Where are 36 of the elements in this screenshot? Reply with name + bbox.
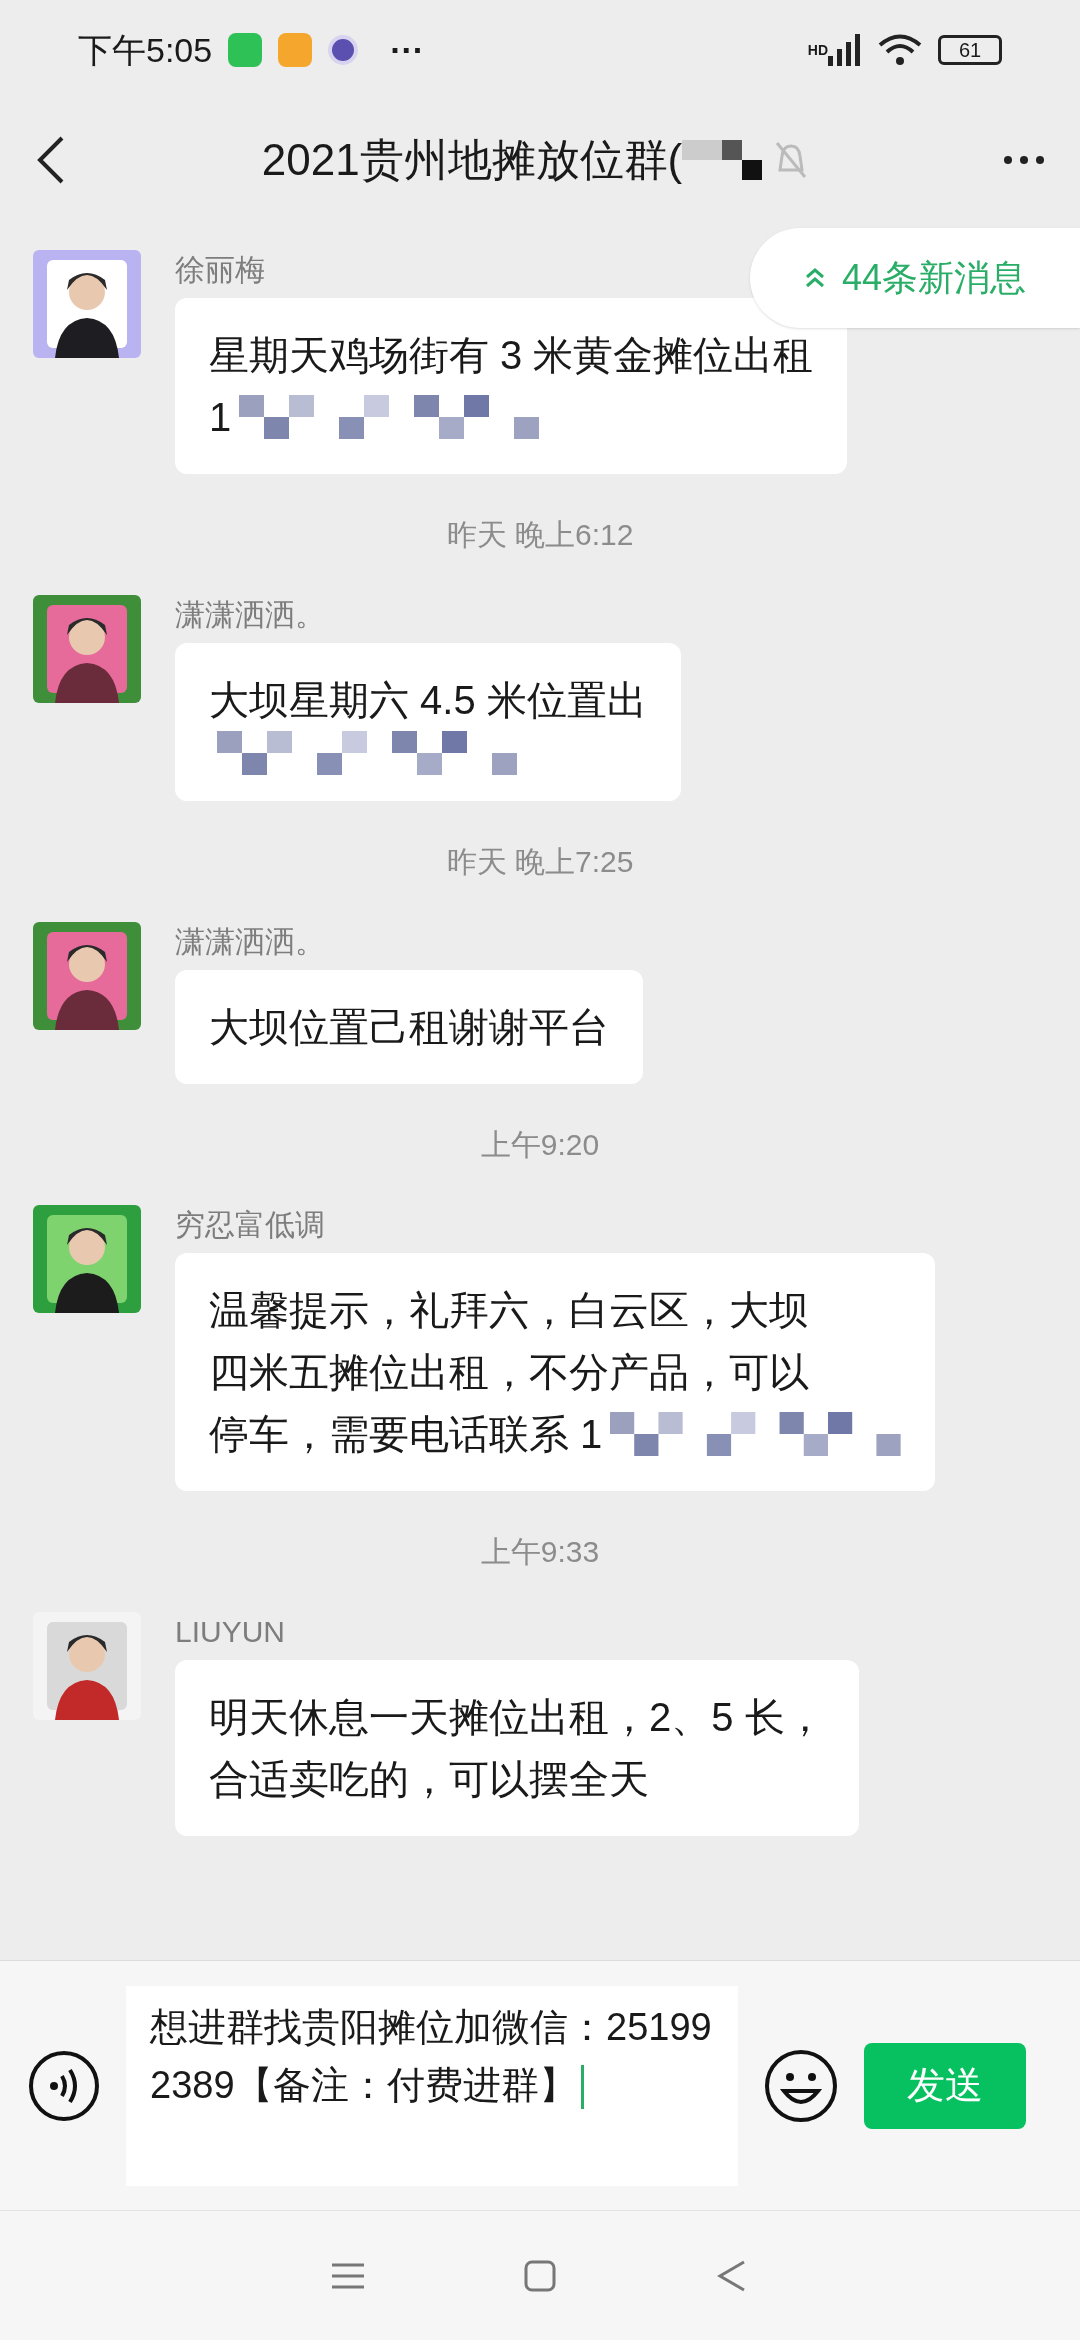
- battery-indicator: 61: [938, 35, 1002, 65]
- new-messages-label: 44条新消息: [841, 256, 1026, 300]
- home-icon[interactable]: [524, 2259, 556, 2292]
- sender-name: 徐丽梅: [175, 252, 265, 288]
- message-text: 停车，需要电话联系 1: [209, 1411, 603, 1458]
- timestamp: 昨天 晚上7:25: [446, 844, 634, 880]
- timestamp: 上午9:20: [480, 1127, 600, 1163]
- sender-name: LIUYUN: [175, 1614, 286, 1650]
- message-text: 合适卖吃的，可以摆全天: [209, 1756, 649, 1803]
- wifi-icon: [878, 34, 922, 66]
- double-chevron-up-icon: [803, 267, 826, 289]
- message-text: 温馨提示，礼拜六，白云区，大坝: [209, 1287, 809, 1334]
- menu-icon[interactable]: [332, 2262, 364, 2289]
- message-text: 明天休息一天摊位出租，2、5 长，: [209, 1694, 825, 1741]
- more-notifications: ···: [390, 29, 425, 71]
- sender-name: 潇潇洒洒。: [175, 597, 325, 633]
- signal-icon: [828, 34, 862, 66]
- timestamp: 昨天 晚上6:12: [446, 517, 634, 553]
- network-label: HD: [807, 40, 828, 60]
- message-text: 1: [209, 394, 232, 441]
- message-text: 大坝位置己租谢谢平台: [209, 1004, 609, 1051]
- back-icon[interactable]: [36, 135, 66, 185]
- voice-icon[interactable]: [28, 2049, 100, 2122]
- sender-name: 潇潇洒洒。: [175, 924, 325, 960]
- timestamp: 上午9:33: [480, 1534, 600, 1570]
- send-button[interactable]: 发送: [864, 2042, 1026, 2129]
- message-text: 大坝星期六 4.5 米位置出: [209, 677, 647, 724]
- message-text: 星期天鸡场街有 3 米黄金摊位出租: [209, 332, 814, 379]
- more-icon[interactable]: [1004, 156, 1044, 164]
- sender-name: 穷忍富低调: [175, 1207, 325, 1243]
- chat-title: 2021贵州地摊放位群(: [261, 134, 683, 186]
- emoji-icon[interactable]: [764, 2048, 838, 2123]
- new-messages-pill[interactable]: 44条新消息: [750, 228, 1080, 328]
- status-time: 下午5:05: [78, 29, 213, 71]
- message-text: 四米五摊位出租，不分产品，可以: [209, 1349, 809, 1396]
- message-input[interactable]: 想进群找贵阳摊位加微信：251992389【备注：付费进群】: [126, 1985, 738, 2186]
